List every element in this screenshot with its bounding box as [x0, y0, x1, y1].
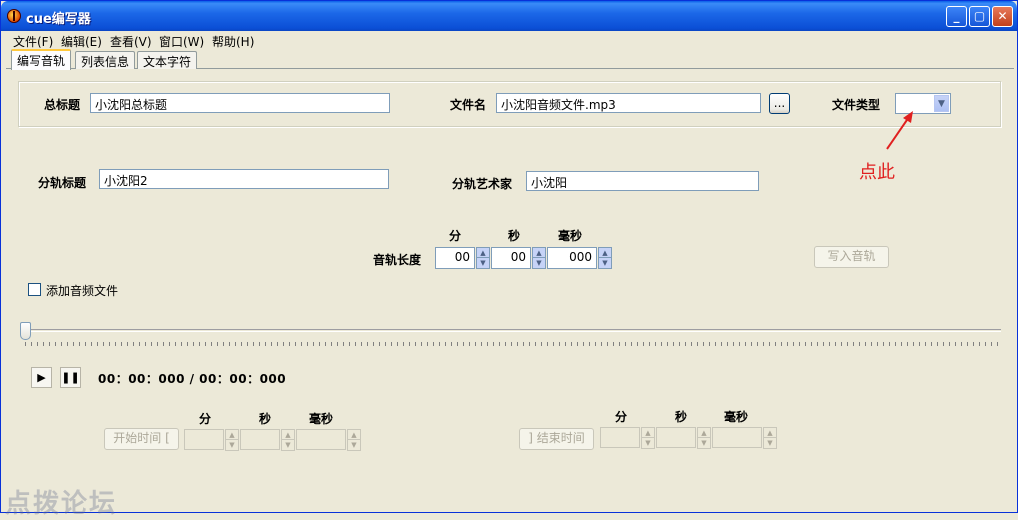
app-icon	[7, 9, 21, 23]
title-bar[interactable]: cue编写器 _ ▢ ✕	[1, 1, 1017, 31]
main-title-label: 总标题	[44, 98, 81, 112]
spin-down-icon[interactable]: ▼	[642, 438, 654, 448]
spin-down-icon[interactable]: ▼	[348, 440, 360, 450]
end-ms-header: 毫秒	[724, 410, 749, 424]
chevron-down-icon[interactable]: ▼	[934, 95, 949, 112]
browse-button[interactable]: ...	[769, 93, 790, 114]
file-type-label: 文件类型	[832, 98, 881, 112]
menu-file[interactable]: 文件(F)	[13, 33, 53, 50]
start-min-header: 分	[199, 412, 212, 426]
spin-up-icon[interactable]: ▲	[599, 248, 611, 258]
start-ms-spinner[interactable]: ▲ ▼	[347, 429, 361, 451]
track-min-header: 分	[449, 229, 462, 243]
tab-text-chars[interactable]: 文本字符	[137, 51, 198, 69]
main-title-input[interactable]: 小沈阳总标题	[90, 93, 390, 113]
spin-down-icon[interactable]: ▼	[226, 440, 238, 450]
maximize-button[interactable]: ▢	[969, 6, 990, 27]
end-sec-spinner[interactable]: ▲ ▼	[697, 427, 711, 449]
track-ms-header: 毫秒	[558, 229, 583, 243]
file-name-label: 文件名	[450, 98, 487, 112]
watermark-text: 点拨论坛	[5, 489, 118, 519]
spin-up-icon[interactable]: ▲	[282, 430, 294, 440]
start-sec-header: 秒	[259, 412, 272, 426]
window-title: cue编写器	[26, 12, 91, 27]
annotation-text: 点此	[859, 162, 895, 183]
track-title-input[interactable]: 小沈阳2	[99, 169, 389, 189]
track-length-label: 音轨长度	[373, 253, 422, 267]
spin-down-icon[interactable]: ▼	[477, 258, 489, 268]
end-min-input[interactable]	[600, 427, 640, 448]
slider-ticks	[25, 342, 1000, 346]
track-ms-spinner[interactable]: ▲ ▼	[598, 247, 612, 269]
track-sec-spinner[interactable]: ▲ ▼	[532, 247, 546, 269]
start-sec-input[interactable]	[240, 429, 280, 450]
spin-down-icon[interactable]: ▼	[599, 258, 611, 268]
track-min-input[interactable]: 00	[435, 247, 475, 269]
time-readout: 00：00：000 / 00：00：000	[98, 372, 287, 386]
spin-down-icon[interactable]: ▼	[282, 440, 294, 450]
start-ms-header: 毫秒	[309, 412, 334, 426]
add-audio-label: 添加音频文件	[46, 284, 119, 298]
start-time-button[interactable]: 开始时间 [	[104, 428, 179, 450]
play-icon[interactable]: ▶	[31, 367, 52, 388]
spin-up-icon[interactable]: ▲	[642, 428, 654, 438]
track-title-label: 分轨标题	[38, 176, 87, 190]
end-sec-header: 秒	[675, 410, 688, 424]
write-track-button[interactable]: 写入音轨	[814, 246, 889, 268]
end-sec-input[interactable]	[656, 427, 696, 448]
menu-help[interactable]: 帮助(H)	[212, 33, 254, 50]
start-ms-input[interactable]	[296, 429, 346, 450]
end-min-header: 分	[615, 410, 628, 424]
add-audio-checkbox[interactable]	[28, 283, 41, 296]
track-ms-input[interactable]: 000	[547, 247, 597, 269]
spin-up-icon[interactable]: ▲	[348, 430, 360, 440]
annotation-arrow-icon	[886, 111, 913, 150]
end-ms-input[interactable]	[712, 427, 762, 448]
spin-down-icon[interactable]: ▼	[764, 438, 776, 448]
start-sec-spinner[interactable]: ▲ ▼	[281, 429, 295, 451]
menu-bar: 文件(F) 编辑(E) 查看(V) 窗口(W) 帮助(H)	[3, 31, 1015, 49]
position-slider-track[interactable]	[21, 329, 1001, 332]
spin-up-icon[interactable]: ▲	[477, 248, 489, 258]
menu-edit[interactable]: 编辑(E)	[61, 33, 102, 50]
main-window: cue编写器 _ ▢ ✕ 文件(F) 编辑(E) 查看(V) 窗口(W) 帮助(…	[0, 0, 1018, 519]
track-min-spinner[interactable]: ▲ ▼	[476, 247, 490, 269]
position-slider-thumb[interactable]	[20, 322, 31, 340]
tab-write-track[interactable]: 编写音轨	[11, 49, 72, 70]
minimize-button[interactable]: _	[946, 6, 967, 27]
spin-down-icon[interactable]: ▼	[698, 438, 710, 448]
pause-icon[interactable]: ❚❚	[60, 367, 81, 388]
menu-window[interactable]: 窗口(W)	[159, 33, 204, 50]
file-name-input[interactable]: 小沈阳音频文件.mp3	[496, 93, 761, 113]
track-artist-input[interactable]: 小沈阳	[526, 171, 759, 191]
close-button[interactable]: ✕	[992, 6, 1013, 27]
track-sec-header: 秒	[508, 229, 521, 243]
track-sec-input[interactable]: 00	[491, 247, 531, 269]
spin-down-icon[interactable]: ▼	[533, 258, 545, 268]
start-min-input[interactable]	[184, 429, 224, 450]
end-ms-spinner[interactable]: ▲ ▼	[763, 427, 777, 449]
spin-up-icon[interactable]: ▲	[533, 248, 545, 258]
tab-list-info[interactable]: 列表信息	[75, 51, 136, 69]
spin-up-icon[interactable]: ▲	[698, 428, 710, 438]
end-min-spinner[interactable]: ▲ ▼	[641, 427, 655, 449]
start-min-spinner[interactable]: ▲ ▼	[225, 429, 239, 451]
menu-view[interactable]: 查看(V)	[110, 33, 152, 50]
end-time-button[interactable]: ] 结束时间	[519, 428, 594, 450]
track-artist-label: 分轨艺术家	[452, 177, 513, 191]
spin-up-icon[interactable]: ▲	[764, 428, 776, 438]
spin-up-icon[interactable]: ▲	[226, 430, 238, 440]
